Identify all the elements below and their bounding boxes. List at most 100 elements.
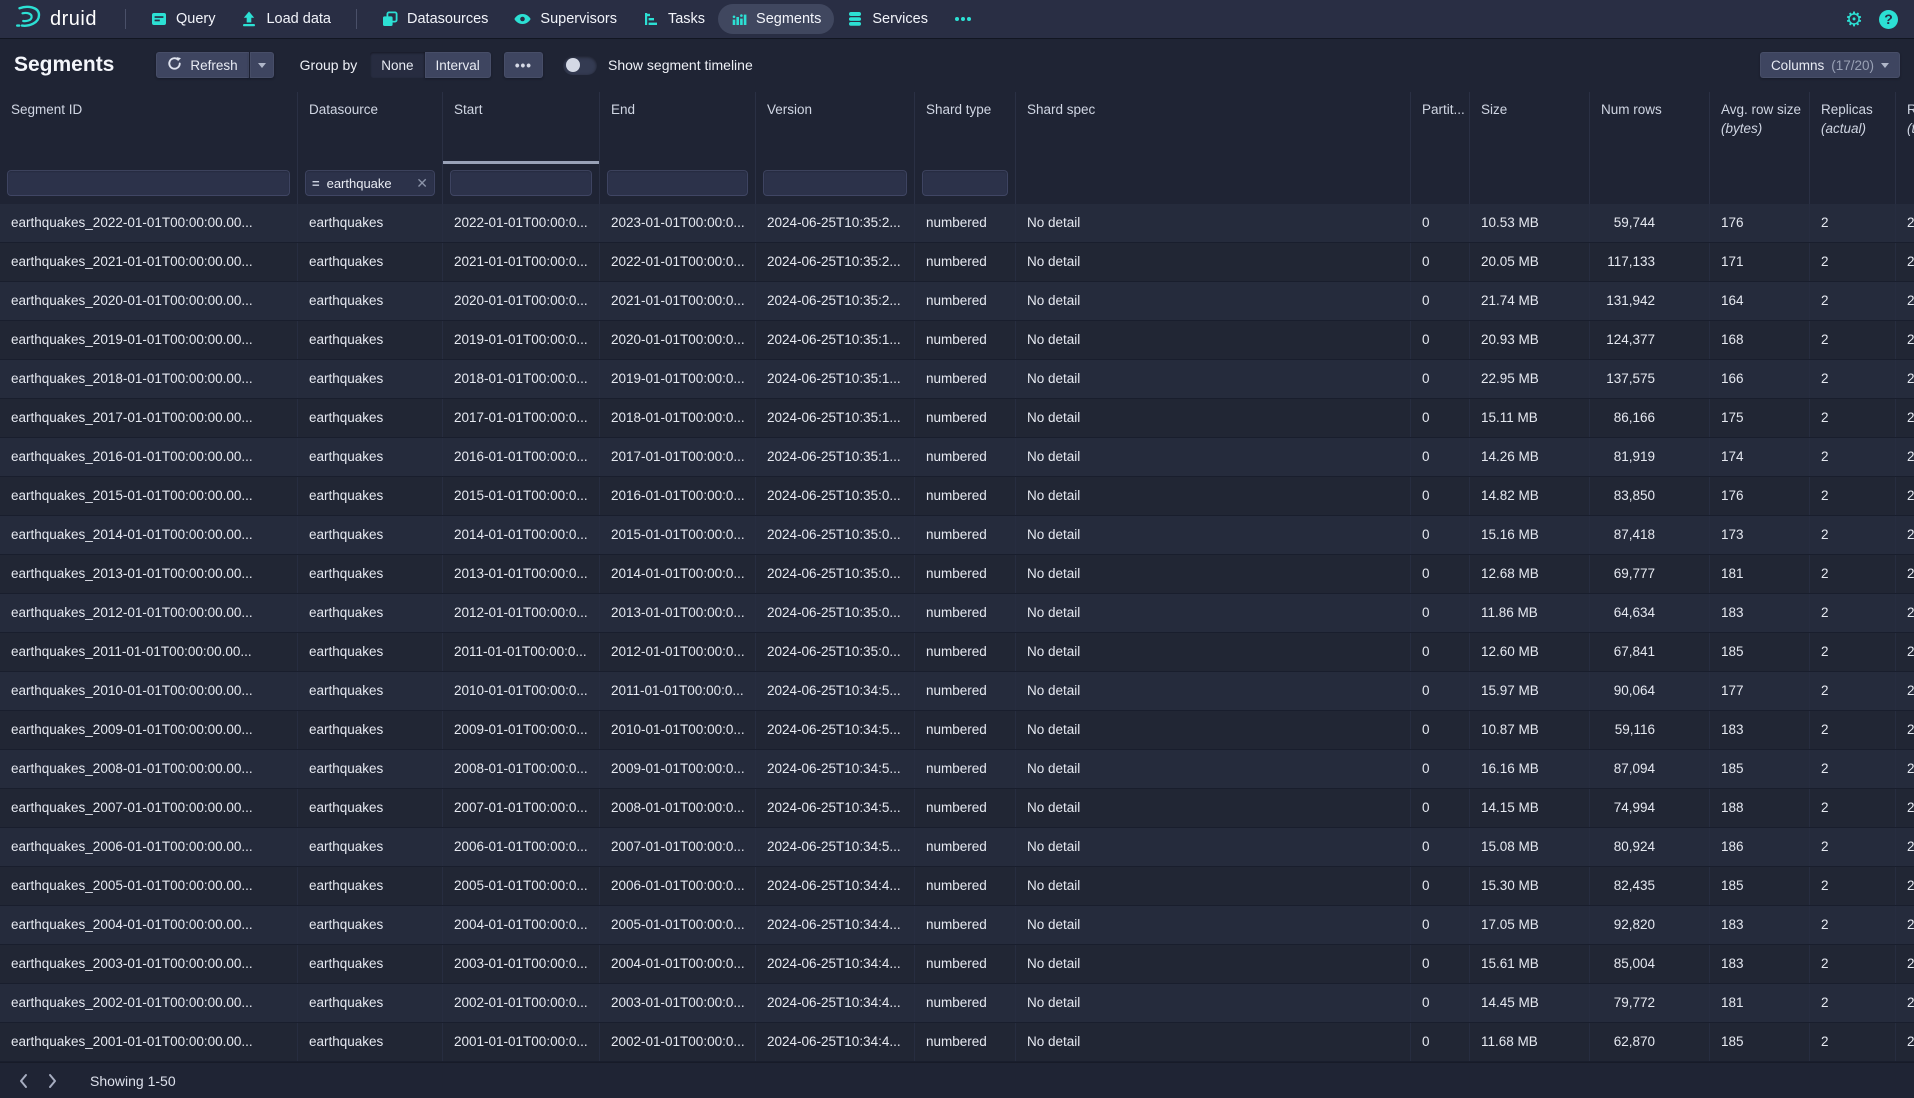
- nav-query[interactable]: Query: [138, 4, 229, 34]
- cell-replication-factor: 2: [1896, 438, 1914, 476]
- segment-timeline-toggle[interactable]: [563, 56, 597, 75]
- chevron-left-icon: [18, 1073, 28, 1089]
- nav-load-data[interactable]: Load data: [228, 4, 344, 34]
- cell-num-rows: 64,634: [1590, 594, 1710, 632]
- col-header-partition[interactable]: Partit...: [1411, 92, 1470, 164]
- cell-shard-type: numbered: [915, 360, 1016, 398]
- cell-shard-type: numbered: [915, 438, 1016, 476]
- col-header-end[interactable]: End: [600, 92, 756, 164]
- col-header-size[interactable]: Size: [1470, 92, 1590, 164]
- cell-id: earthquakes_2020-01-01T00:00:00.00...: [0, 282, 298, 320]
- col-header-start[interactable]: Start: [443, 92, 600, 164]
- druid-logo-text: druid: [50, 8, 97, 31]
- table-row[interactable]: earthquakes_2012-01-01T00:00:00.00...ear…: [0, 594, 1914, 633]
- col-header-shard-spec[interactable]: Shard spec: [1016, 92, 1411, 164]
- filter-version-input[interactable]: [763, 170, 907, 196]
- clear-filter-icon[interactable]: ✕: [416, 175, 428, 192]
- cell-shard-spec: No detail: [1016, 867, 1411, 905]
- cell-avg-row-size: 166: [1710, 360, 1810, 398]
- table-header-row: Segment ID Datasource Start End Version …: [0, 92, 1914, 164]
- table-row[interactable]: earthquakes_2008-01-01T00:00:00.00...ear…: [0, 750, 1914, 789]
- refresh-interval-dropdown[interactable]: [249, 52, 274, 78]
- cell-version: 2024-06-25T10:35:1...: [756, 321, 915, 359]
- cell-replicas: 2: [1810, 1023, 1896, 1061]
- filter-end-input[interactable]: [607, 170, 748, 196]
- columns-button[interactable]: Columns (17/20): [1760, 52, 1900, 78]
- col-header-segment-id[interactable]: Segment ID: [0, 92, 298, 164]
- table-row[interactable]: earthquakes_2013-01-01T00:00:00.00...ear…: [0, 555, 1914, 594]
- table-row[interactable]: earthquakes_2003-01-01T00:00:00.00...ear…: [0, 945, 1914, 984]
- next-page-button[interactable]: [38, 1066, 68, 1096]
- cell-partition: 0: [1411, 906, 1470, 944]
- cell-shard-type: numbered: [915, 984, 1016, 1022]
- col-header-avg-row-size[interactable]: Avg. row size(bytes): [1710, 92, 1810, 164]
- filter-segment-id-input[interactable]: [7, 170, 290, 196]
- cell-version: 2024-06-25T10:34:4...: [756, 984, 915, 1022]
- previous-page-button[interactable]: [8, 1066, 38, 1096]
- cell-start: 2020-01-01T00:00:0...: [443, 282, 600, 320]
- table-row[interactable]: earthquakes_2016-01-01T00:00:00.00...ear…: [0, 438, 1914, 477]
- table-row[interactable]: earthquakes_2022-01-01T00:00:00.00...ear…: [0, 204, 1914, 243]
- cell-end: 2004-01-01T00:00:0...: [600, 945, 756, 983]
- help-icon[interactable]: ?: [1879, 10, 1898, 29]
- table-row[interactable]: earthquakes_2004-01-01T00:00:00.00...ear…: [0, 906, 1914, 945]
- table-row[interactable]: earthquakes_2011-01-01T00:00:00.00...ear…: [0, 633, 1914, 672]
- cell-replication-factor: 2: [1896, 399, 1914, 437]
- col-header-version[interactable]: Version: [756, 92, 915, 164]
- nav-more-button[interactable]: [941, 4, 985, 34]
- cell-replicas: 2: [1810, 321, 1896, 359]
- cell-datasource: earthquakes: [298, 1023, 443, 1061]
- table-row[interactable]: earthquakes_2018-01-01T00:00:00.00...ear…: [0, 360, 1914, 399]
- table-row[interactable]: earthquakes_2006-01-01T00:00:00.00...ear…: [0, 828, 1914, 867]
- table-row[interactable]: earthquakes_2001-01-01T00:00:00.00...ear…: [0, 1023, 1914, 1062]
- cell-replicas: 2: [1810, 438, 1896, 476]
- table-row[interactable]: earthquakes_2019-01-01T00:00:00.00...ear…: [0, 321, 1914, 360]
- cell-id: earthquakes_2012-01-01T00:00:00.00...: [0, 594, 298, 632]
- columns-count: (17/20): [1831, 58, 1874, 73]
- nav-services[interactable]: Services: [834, 4, 941, 34]
- filter-shard-type-input[interactable]: [922, 170, 1008, 196]
- col-header-num-rows[interactable]: Num rows: [1590, 92, 1710, 164]
- col-header-shard-type[interactable]: Shard type: [915, 92, 1016, 164]
- cell-end: 2023-01-01T00:00:0...: [600, 204, 756, 242]
- chevron-down-icon: [258, 63, 266, 68]
- cell-end: 2003-01-01T00:00:0...: [600, 984, 756, 1022]
- table-row[interactable]: earthquakes_2020-01-01T00:00:00.00...ear…: [0, 282, 1914, 321]
- settings-gear-icon[interactable]: ⚙: [1845, 9, 1863, 29]
- table-row[interactable]: earthquakes_2007-01-01T00:00:00.00...ear…: [0, 789, 1914, 828]
- table-row[interactable]: earthquakes_2021-01-01T00:00:00.00...ear…: [0, 243, 1914, 282]
- more-actions-button[interactable]: •••: [504, 52, 543, 78]
- cell-shard-spec: No detail: [1016, 360, 1411, 398]
- table-row[interactable]: earthquakes_2017-01-01T00:00:00.00...ear…: [0, 399, 1914, 438]
- cell-version: 2024-06-25T10:34:4...: [756, 1023, 915, 1061]
- table-row[interactable]: earthquakes_2009-01-01T00:00:00.00...ear…: [0, 711, 1914, 750]
- table-row[interactable]: earthquakes_2005-01-01T00:00:00.00...ear…: [0, 867, 1914, 906]
- nav-supervisors[interactable]: Supervisors: [501, 4, 630, 34]
- nav-segments[interactable]: Segments: [718, 4, 834, 34]
- col-header-replication-factor[interactable]: Replication factor(target): [1896, 92, 1914, 164]
- druid-logo[interactable]: druid: [14, 4, 97, 35]
- cell-replicas: 2: [1810, 555, 1896, 593]
- col-header-replicas[interactable]: Replicas(actual): [1810, 92, 1896, 164]
- filter-datasource-input[interactable]: = earthquakes ✕: [305, 170, 435, 196]
- cell-replicas: 2: [1810, 360, 1896, 398]
- cell-shard-spec: No detail: [1016, 672, 1411, 710]
- table-row[interactable]: earthquakes_2014-01-01T00:00:00.00...ear…: [0, 516, 1914, 555]
- cell-shard-type: numbered: [915, 204, 1016, 242]
- nav-services-label: Services: [872, 11, 928, 27]
- filter-start-input[interactable]: [450, 170, 592, 196]
- cell-size: 12.60 MB: [1470, 633, 1590, 671]
- group-by-interval-button[interactable]: Interval: [425, 52, 491, 78]
- table-row[interactable]: earthquakes_2010-01-01T00:00:00.00...ear…: [0, 672, 1914, 711]
- col-header-datasource[interactable]: Datasource: [298, 92, 443, 164]
- nav-datasources[interactable]: Datasources: [369, 4, 501, 34]
- table-row[interactable]: earthquakes_2015-01-01T00:00:00.00...ear…: [0, 477, 1914, 516]
- nav-tasks[interactable]: Tasks: [630, 4, 718, 34]
- cell-start: 2005-01-01T00:00:0...: [443, 867, 600, 905]
- cell-avg-row-size: 168: [1710, 321, 1810, 359]
- cell-version: 2024-06-25T10:34:4...: [756, 906, 915, 944]
- table-row[interactable]: earthquakes_2002-01-01T00:00:00.00...ear…: [0, 984, 1914, 1023]
- refresh-button[interactable]: Refresh: [156, 52, 248, 78]
- group-by-none-button[interactable]: None: [370, 52, 424, 78]
- cell-partition: 0: [1411, 711, 1470, 749]
